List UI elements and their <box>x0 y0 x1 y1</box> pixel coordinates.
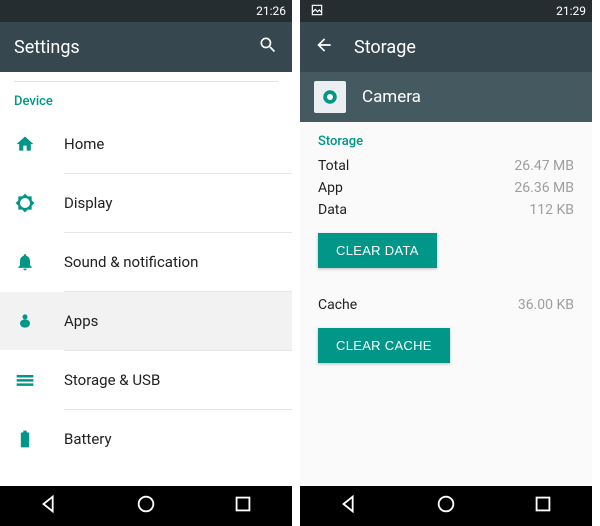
apps-icon <box>14 311 36 331</box>
back-icon[interactable] <box>314 35 334 59</box>
storage-icon <box>14 370 36 390</box>
bell-icon <box>14 252 36 272</box>
recents-nav-icon[interactable] <box>232 493 254 519</box>
nav-bar <box>300 486 592 526</box>
storage-screen: 21:29 Storage Camera Storage Total 26.47… <box>300 0 592 526</box>
list-item-label: Display <box>64 194 112 212</box>
row-data: Data 112 KB <box>318 199 574 221</box>
clear-data-button[interactable]: CLEAR DATA <box>318 233 437 268</box>
clear-cache-button[interactable]: CLEAR CACHE <box>318 328 450 363</box>
settings-screen: 21:26 Settings Device Home Display Sound… <box>0 0 292 526</box>
data-label: Data <box>318 202 347 218</box>
app-bar: Settings <box>0 22 292 72</box>
list-item-label: Sound & notification <box>64 253 198 271</box>
page-title: Settings <box>14 37 238 58</box>
list-item-label: Storage & USB <box>64 371 160 389</box>
list-item-storage[interactable]: Storage & USB <box>0 351 292 409</box>
data-value: 112 KB <box>529 202 574 218</box>
brightness-icon <box>14 193 36 213</box>
back-nav-icon[interactable] <box>38 493 60 519</box>
nav-bar <box>0 486 292 526</box>
clock: 21:26 <box>256 4 286 18</box>
list-item-label: Apps <box>64 312 98 330</box>
list-item-home[interactable]: Home <box>0 115 292 173</box>
cache-label: Cache <box>318 297 357 313</box>
row-total: Total 26.47 MB <box>318 155 574 177</box>
list-item-sound[interactable]: Sound & notification <box>0 233 292 291</box>
back-nav-icon[interactable] <box>338 493 360 519</box>
home-nav-icon[interactable] <box>435 493 457 519</box>
home-icon <box>14 134 36 154</box>
home-nav-icon[interactable] <box>135 493 157 519</box>
screenshot-icon <box>310 3 324 20</box>
battery-icon <box>14 429 36 449</box>
app-value: 26.36 MB <box>514 180 574 196</box>
section-device: Device <box>0 82 292 115</box>
total-value: 26.47 MB <box>514 158 574 174</box>
section-storage: Storage <box>318 122 574 155</box>
row-cache: Cache 36.00 KB <box>318 294 574 316</box>
row-app: App 26.36 MB <box>318 177 574 199</box>
settings-content: Device Home Display Sound & notification… <box>0 72 292 486</box>
list-item-display[interactable]: Display <box>0 174 292 232</box>
total-label: Total <box>318 158 349 174</box>
app-bar: Storage <box>300 22 592 72</box>
recents-nav-icon[interactable] <box>532 493 554 519</box>
list-item-label: Home <box>64 135 104 153</box>
page-title: Storage <box>354 37 578 58</box>
clock: 21:29 <box>556 4 586 18</box>
app-label: App <box>318 180 343 196</box>
camera-icon <box>314 81 346 113</box>
status-bar: 21:26 <box>0 0 292 22</box>
status-bar: 21:29 <box>300 0 592 22</box>
app-header: Camera <box>300 72 592 122</box>
list-item-apps[interactable]: Apps <box>0 292 292 350</box>
cache-value: 36.00 KB <box>518 297 574 313</box>
storage-content: Storage Total 26.47 MB App 26.36 MB Data… <box>300 122 592 486</box>
search-icon[interactable] <box>258 35 278 59</box>
app-name: Camera <box>362 87 421 107</box>
list-item-label: Battery <box>64 430 112 448</box>
list-item-battery[interactable]: Battery <box>0 410 292 468</box>
